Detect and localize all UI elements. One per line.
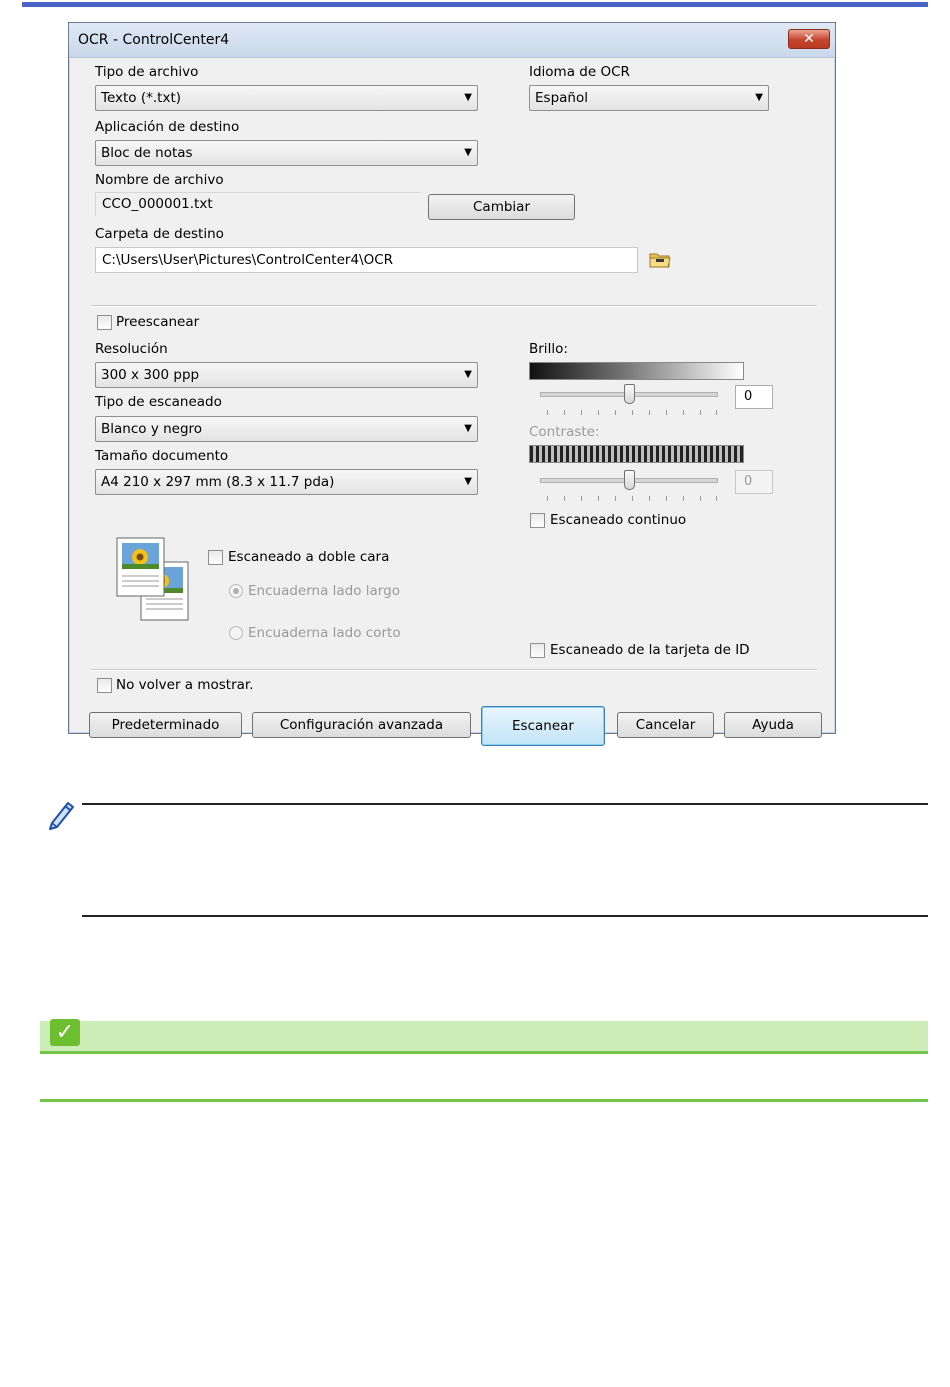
continuous-scan-label: Escaneado continuo bbox=[550, 512, 687, 528]
short-edge-label: Encuaderna lado corto bbox=[248, 625, 401, 641]
brightness-gradient bbox=[529, 362, 744, 380]
note-bottom-rule bbox=[82, 915, 928, 917]
chevron-down-icon: ▼ bbox=[464, 92, 472, 103]
continuous-scan-checkbox[interactable] bbox=[530, 513, 545, 528]
file-name-label: Nombre de archivo bbox=[95, 172, 224, 188]
related-info-rule bbox=[40, 1099, 928, 1102]
checkmark-icon: ✓ bbox=[50, 1019, 80, 1046]
resolution-value: 300 x 300 ppp bbox=[101, 367, 200, 383]
prescan-label: Preescanear bbox=[116, 314, 200, 330]
doc-size-select[interactable]: A4 210 x 297 mm (8.3 x 11.7 pda) ▼ bbox=[95, 469, 478, 495]
id-card-checkbox[interactable] bbox=[530, 643, 545, 658]
related-info-header bbox=[40, 1021, 928, 1052]
file-type-select[interactable]: Texto (*.txt) ▼ bbox=[95, 85, 478, 111]
pencil-note-icon bbox=[49, 802, 74, 830]
target-app-select[interactable]: Bloc de notas ▼ bbox=[95, 140, 478, 166]
duplex-documents-icon bbox=[116, 537, 189, 621]
brightness-ticks bbox=[547, 410, 717, 416]
change-button[interactable]: Cambiar bbox=[428, 194, 575, 220]
chevron-down-icon: ▼ bbox=[464, 369, 472, 380]
short-edge-radio[interactable] bbox=[229, 626, 243, 640]
contrast-ticks bbox=[547, 496, 717, 502]
ocr-language-value: Español bbox=[535, 90, 588, 106]
dialog-title: OCR - ControlCenter4 bbox=[78, 32, 230, 48]
file-type-value: Texto (*.txt) bbox=[101, 90, 182, 106]
contrast-input[interactable]: 0 bbox=[735, 470, 773, 494]
dont-show-checkbox[interactable] bbox=[97, 678, 112, 693]
scan-type-select[interactable]: Blanco y negro ▼ bbox=[95, 416, 478, 442]
header-accent-bar bbox=[22, 2, 928, 7]
chevron-down-icon: ▼ bbox=[464, 476, 472, 487]
advanced-settings-button[interactable]: Configuración avanzada bbox=[252, 712, 471, 738]
ocr-dialog: OCR - ControlCenter4 ✕ Tipo de archivo T… bbox=[68, 22, 836, 746]
dest-folder-input[interactable]: C:\Users\User\Pictures\ControlCenter4\OC… bbox=[95, 247, 638, 273]
doc-size-value: A4 210 x 297 mm (8.3 x 11.7 pda) bbox=[101, 474, 335, 490]
duplex-label: Escaneado a doble cara bbox=[228, 549, 390, 565]
note-top-rule bbox=[82, 803, 928, 805]
prescan-checkbox[interactable] bbox=[97, 315, 112, 330]
doc-size-label: Tamaño documento bbox=[95, 448, 229, 464]
title-bar[interactable]: OCR - ControlCenter4 ✕ bbox=[69, 23, 835, 58]
folder-icon[interactable] bbox=[649, 250, 671, 268]
dont-show-label: No volver a mostrar. bbox=[116, 677, 254, 693]
target-app-value: Bloc de notas bbox=[101, 145, 193, 161]
chevron-down-icon: ▼ bbox=[755, 92, 763, 103]
scan-button[interactable]: Escanear bbox=[481, 706, 605, 746]
contrast-label: Contraste: bbox=[529, 424, 600, 440]
scan-type-label: Tipo de escaneado bbox=[95, 394, 222, 410]
resolution-label: Resolución bbox=[95, 341, 168, 357]
scan-type-value: Blanco y negro bbox=[101, 421, 203, 437]
related-info-rule bbox=[40, 1051, 928, 1054]
ocr-language-label: Idioma de OCR bbox=[529, 64, 630, 80]
brightness-slider-thumb[interactable] bbox=[624, 384, 635, 404]
ocr-language-select[interactable]: Español ▼ bbox=[529, 85, 769, 111]
file-name-field: CCO_000001.txt bbox=[95, 192, 420, 216]
separator bbox=[91, 305, 817, 307]
target-app-label: Aplicación de destino bbox=[95, 119, 240, 135]
separator bbox=[91, 669, 817, 671]
duplex-checkbox[interactable] bbox=[208, 550, 223, 565]
chevron-down-icon: ▼ bbox=[464, 147, 472, 158]
contrast-pattern bbox=[529, 445, 744, 463]
long-edge-label: Encuaderna lado largo bbox=[248, 583, 400, 599]
help-button[interactable]: Ayuda bbox=[724, 712, 822, 738]
file-type-label: Tipo de archivo bbox=[95, 64, 199, 80]
id-card-label: Escaneado de la tarjeta de ID bbox=[550, 642, 750, 658]
brightness-label: Brillo: bbox=[529, 341, 568, 357]
long-edge-radio[interactable] bbox=[229, 584, 243, 598]
cancel-button[interactable]: Cancelar bbox=[617, 712, 714, 738]
dest-folder-label: Carpeta de destino bbox=[95, 226, 224, 242]
default-button[interactable]: Predeterminado bbox=[89, 712, 242, 738]
brightness-input[interactable]: 0 bbox=[735, 385, 773, 409]
resolution-select[interactable]: 300 x 300 ppp ▼ bbox=[95, 362, 478, 388]
chevron-down-icon: ▼ bbox=[464, 423, 472, 434]
close-icon[interactable]: ✕ bbox=[788, 29, 830, 49]
contrast-slider-thumb[interactable] bbox=[624, 470, 635, 490]
dialog-body: Tipo de archivo Texto (*.txt) ▼ Idioma d… bbox=[73, 58, 831, 746]
